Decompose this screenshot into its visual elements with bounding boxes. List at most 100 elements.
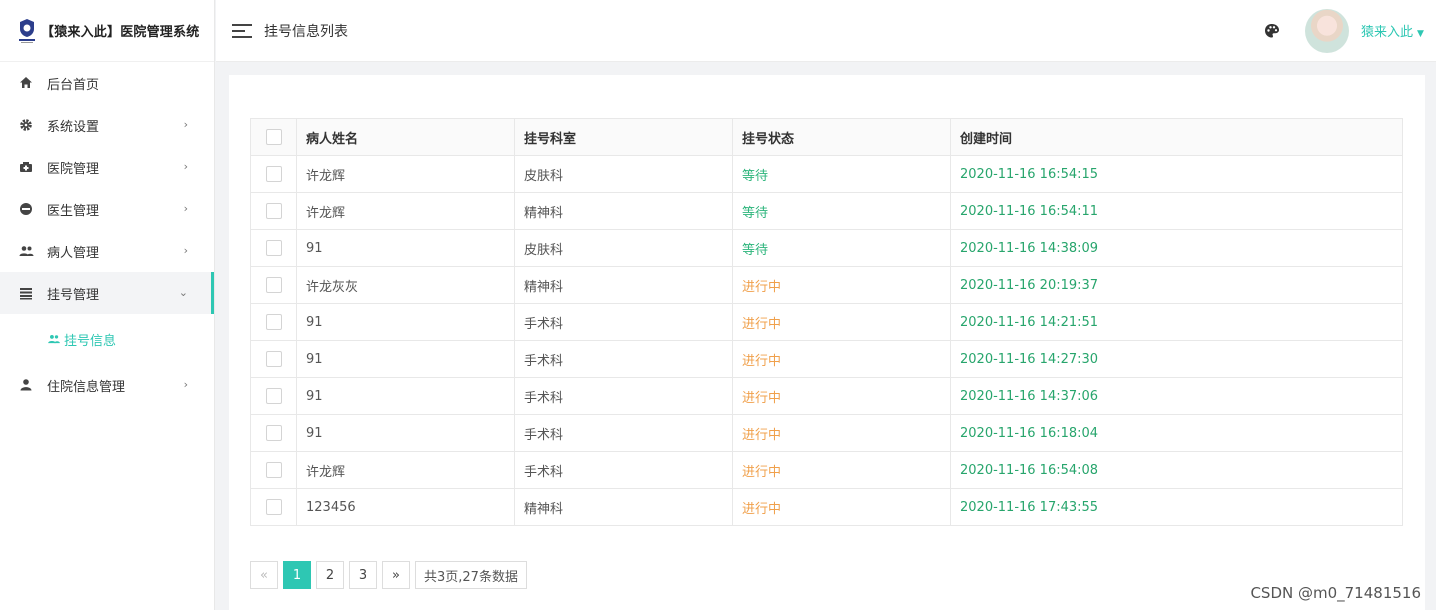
table-row[interactable]: 91 手术科 进行中 2020-11-16 16:18:04 [250,414,1403,452]
patient-name: 91 [296,414,515,452]
prev-page-button[interactable]: « [250,561,278,589]
chevron-right-icon: › [183,378,188,391]
sidebar-item-label: 后台首页 [47,77,100,93]
row-checkbox[interactable] [265,462,282,478]
submenu-item-label: 挂号信息 [64,333,117,349]
table-row[interactable]: 许龙辉 手术科 进行中 2020-11-16 16:54:08 [250,451,1403,489]
registration-table: 病人姓名 挂号科室 挂号状态 创建时间 许龙辉 皮肤科 等待 2020-11-16 1… [250,118,1403,526]
menu-toggle-icon[interactable] [232,23,252,38]
select-all-checkbox[interactable] [265,129,282,145]
department: 皮肤科 [514,155,733,193]
column-header[interactable]: 挂号科室 [514,118,733,156]
status: 等待 [732,192,951,230]
topbar: 挂号信息列表 猿来入此 ▼ [216,0,1436,62]
row-checkbox[interactable] [265,240,282,256]
row-checkbox[interactable] [265,425,282,441]
sidebar-item-registration[interactable]: 挂号管理 ⌄ [0,272,214,314]
brand-logo [16,17,38,45]
gear-icon [18,117,34,133]
table-row[interactable]: 许龙辉 精神科 等待 2020-11-16 16:54:11 [250,192,1403,230]
next-page-button[interactable]: » [382,561,410,589]
row-checkbox[interactable] [265,166,282,182]
pagination-info: 共3页,27条数据 [415,561,527,589]
row-checkbox-cell [250,488,297,526]
page-button-2[interactable]: 2 [316,561,344,589]
created-time: 2020-11-16 17:43:55 [950,488,1403,526]
patient-name: 91 [296,340,515,378]
patient-name: 许龙辉 [296,451,515,489]
status: 进行中 [732,451,951,489]
users-icon [18,243,34,259]
sidebar-item-doctor[interactable]: 医生管理 › [0,188,214,230]
user-icon [18,377,34,393]
created-time: 2020-11-16 20:19:37 [950,266,1403,304]
status: 进行中 [732,414,951,452]
row-checkbox[interactable] [265,203,282,219]
row-checkbox[interactable] [265,351,282,367]
select-all-cell [250,118,297,156]
submenu-item-registration-info[interactable]: 挂号信息 [0,314,214,364]
column-header[interactable]: 创建时间 [950,118,1403,156]
table-row[interactable]: 91 皮肤科 等待 2020-11-16 14:38:09 [250,229,1403,267]
watermark: CSDN @m0_71481516 [1250,584,1421,602]
hospital-icon [18,159,34,175]
page-title: 挂号信息列表 [264,23,348,40]
row-checkbox[interactable] [265,277,282,293]
column-header[interactable]: 病人姓名 [296,118,515,156]
row-checkbox[interactable] [265,388,282,404]
created-time: 2020-11-16 14:38:09 [950,229,1403,267]
department: 手术科 [514,303,733,341]
table-header-row: 病人姓名 挂号科室 挂号状态 创建时间 [250,118,1403,156]
status: 进行中 [732,340,951,378]
table-row[interactable]: 91 手术科 进行中 2020-11-16 14:27:30 [250,340,1403,378]
status: 进行中 [732,488,951,526]
page-button-3[interactable]: 3 [349,561,377,589]
status: 等待 [732,155,951,193]
doctor-icon [18,201,34,217]
row-checkbox-cell [250,192,297,230]
username: 猿来入此 [1361,25,1414,40]
row-checkbox[interactable] [265,499,282,515]
palette-icon[interactable] [1263,22,1281,40]
avatar[interactable] [1305,9,1349,53]
sidebar: 【猿来入此】医院管理系统 后台首页 系统设置 › 医院管理 › 医生管理 › 病… [0,0,215,610]
chevron-down-icon: ⌄ [178,286,188,299]
created-time: 2020-11-16 14:27:30 [950,340,1403,378]
patient-name: 许龙灰灰 [296,266,515,304]
department: 精神科 [514,192,733,230]
list-icon [18,285,34,301]
department: 手术科 [514,377,733,415]
status: 进行中 [732,266,951,304]
department: 精神科 [514,266,733,304]
users-small-icon [47,334,61,344]
created-time: 2020-11-16 14:37:06 [950,377,1403,415]
sidebar-item-label: 系统设置 [47,119,100,135]
sidebar-item-system-settings[interactable]: 系统设置 › [0,104,214,146]
brand[interactable]: 【猿来入此】医院管理系统 [0,0,214,62]
table-row[interactable]: 许龙灰灰 精神科 进行中 2020-11-16 20:19:37 [250,266,1403,304]
patient-name: 91 [296,229,515,267]
sidebar-item-inpatient[interactable]: 住院信息管理 › [0,364,214,406]
sidebar-item-patient[interactable]: 病人管理 › [0,230,214,272]
sidebar-item-home[interactable]: 后台首页 [0,62,214,104]
user-menu[interactable]: 猿来入此 ▼ [1361,21,1424,40]
sidebar-item-hospital[interactable]: 医院管理 › [0,146,214,188]
table-row[interactable]: 91 手术科 进行中 2020-11-16 14:21:51 [250,303,1403,341]
row-checkbox[interactable] [265,314,282,330]
chevron-right-icon: › [183,160,188,173]
table-row[interactable]: 许龙辉 皮肤科 等待 2020-11-16 16:54:15 [250,155,1403,193]
sidebar-item-label: 医生管理 [47,203,100,219]
chevron-right-icon: › [183,202,188,215]
brand-title: 【猿来入此】医院管理系统 [41,25,200,40]
page-button-1[interactable]: 1 [283,561,311,589]
column-header[interactable]: 挂号状态 [732,118,951,156]
row-checkbox-cell [250,340,297,378]
sidebar-item-label: 住院信息管理 [47,379,126,395]
patient-name: 123456 [296,488,515,526]
row-checkbox-cell [250,266,297,304]
table-row[interactable]: 91 手术科 进行中 2020-11-16 14:37:06 [250,377,1403,415]
table-row[interactable]: 123456 精神科 进行中 2020-11-16 17:43:55 [250,488,1403,526]
created-time: 2020-11-16 16:54:11 [950,192,1403,230]
department: 手术科 [514,414,733,452]
department: 皮肤科 [514,229,733,267]
